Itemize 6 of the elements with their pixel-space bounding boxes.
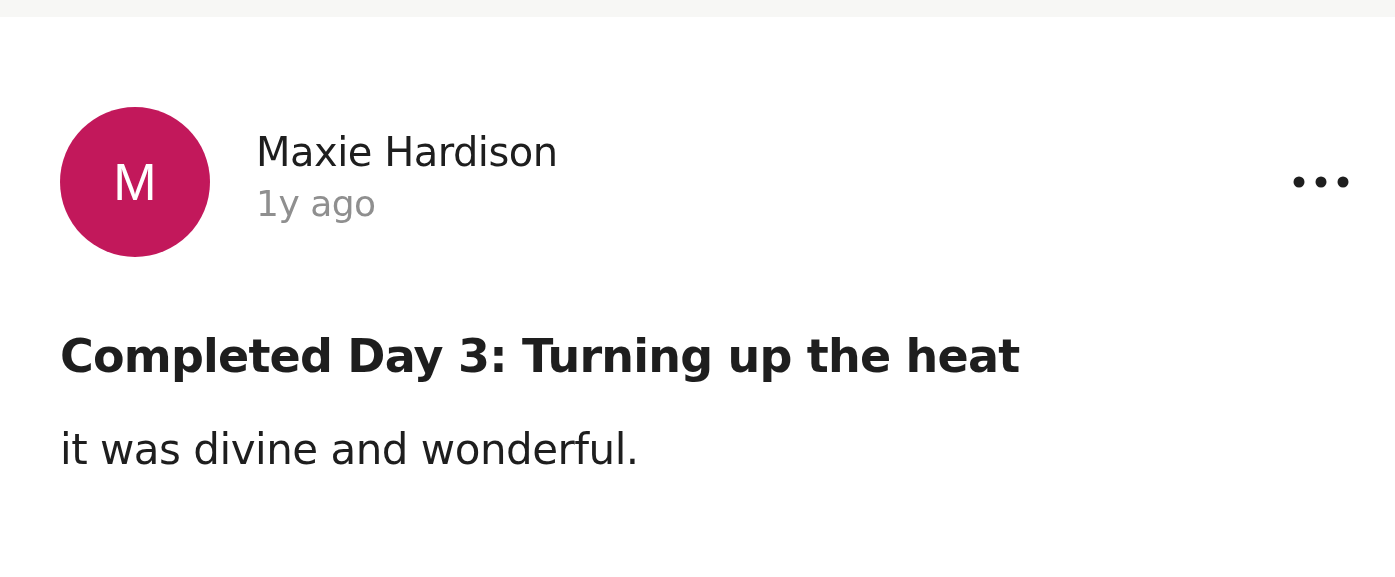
post-time: 1y ago [256, 182, 377, 224]
more-icon [1293, 176, 1349, 188]
post-body: it was divine and wonderful. [60, 425, 640, 474]
avatar: M [60, 107, 210, 257]
post-title: Completed Day 3: Turning up the heat [60, 329, 1021, 383]
author-name: Maxie Hardison [256, 128, 559, 175]
